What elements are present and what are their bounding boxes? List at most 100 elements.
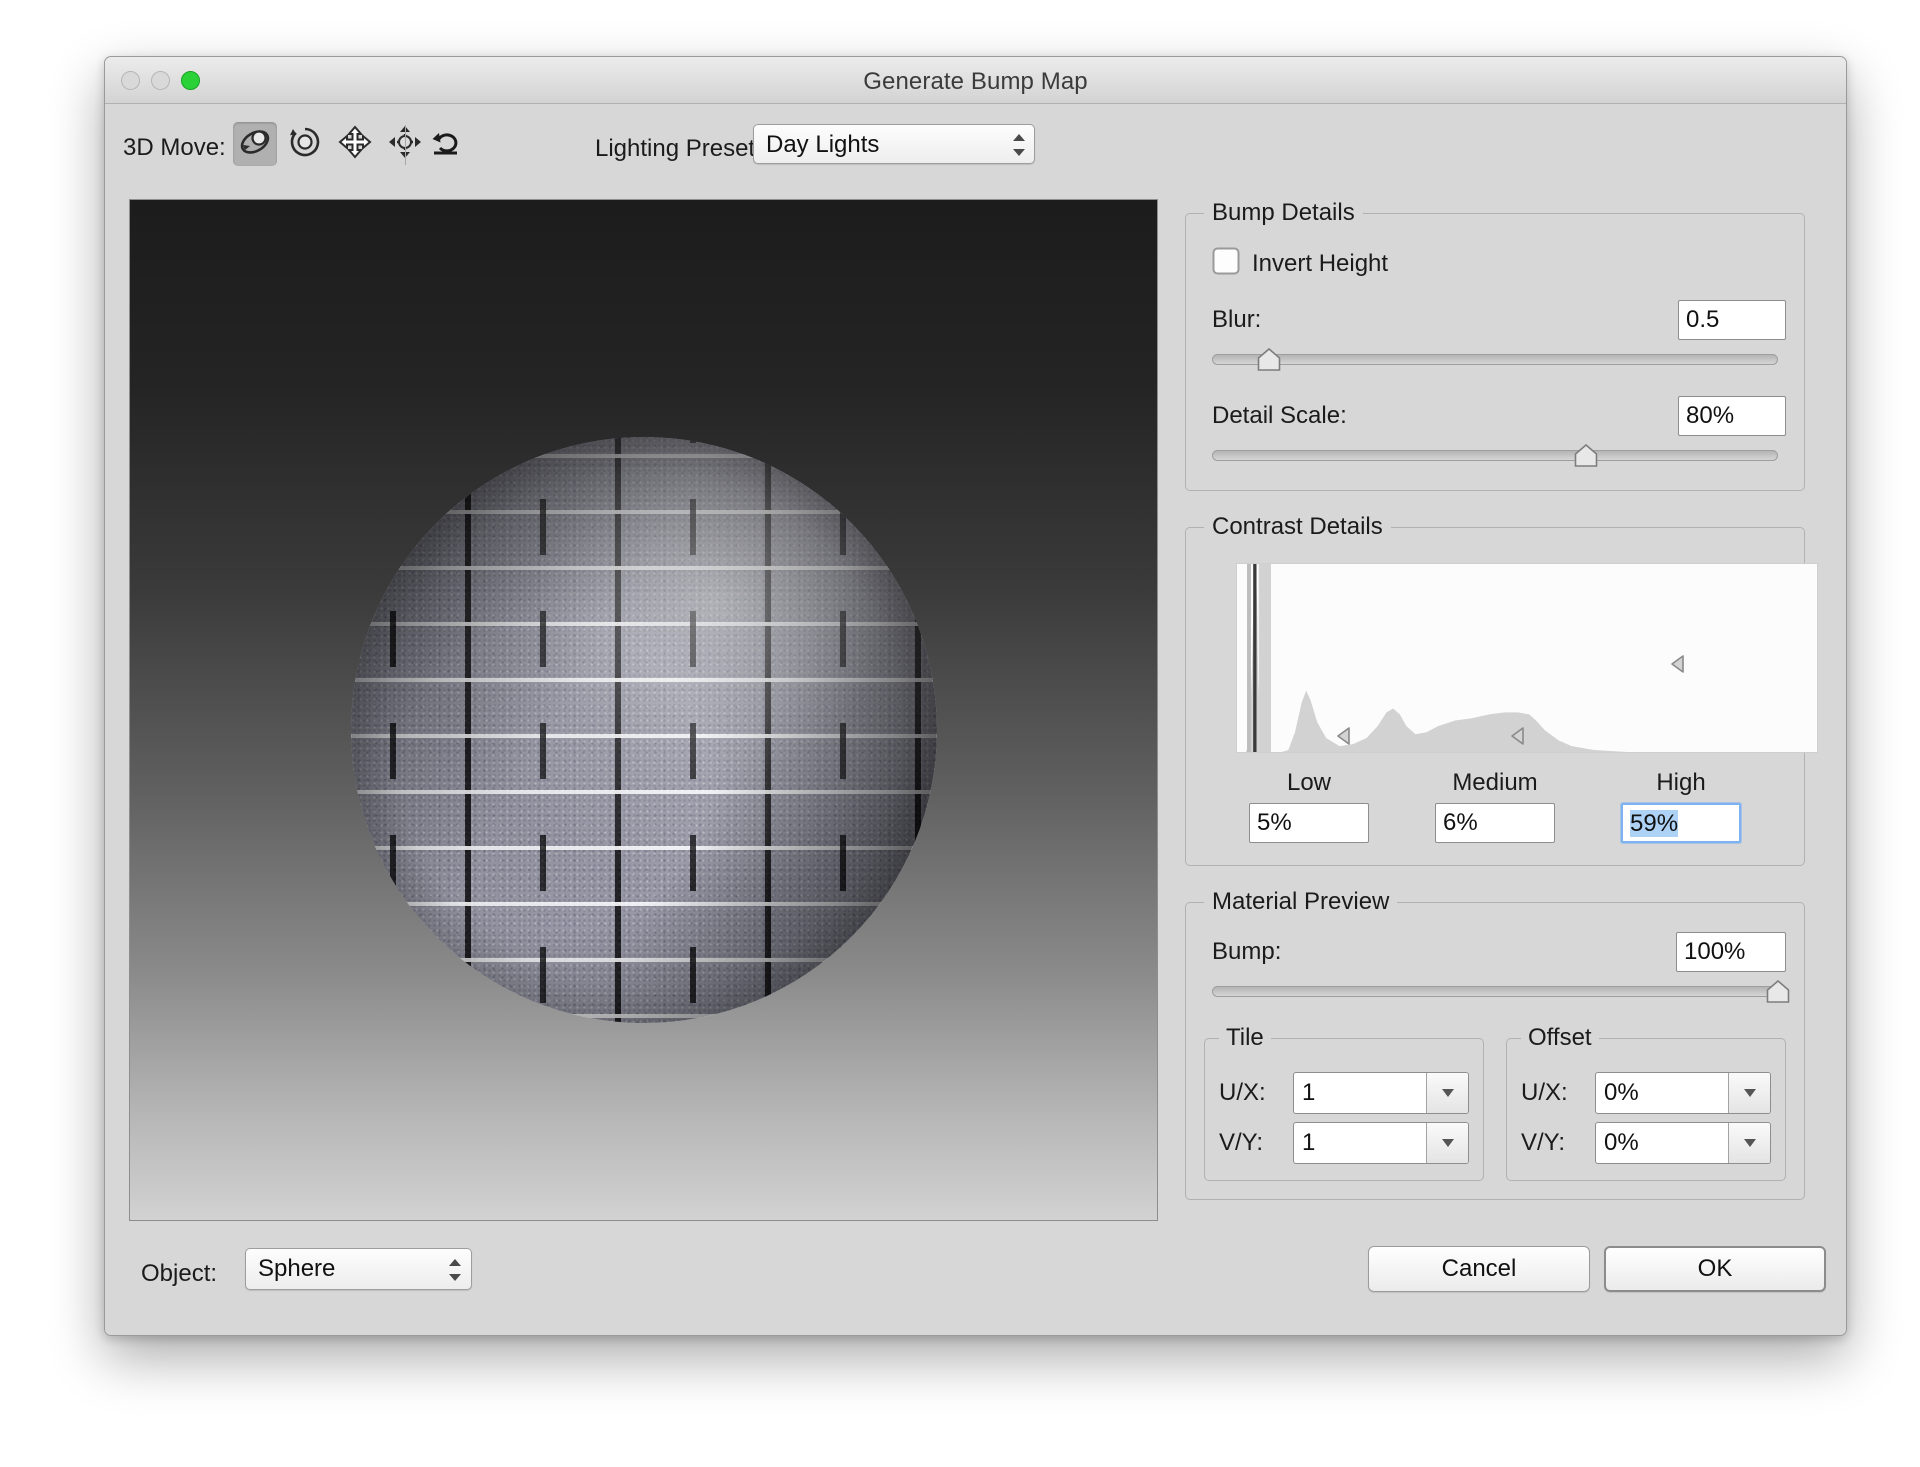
ok-button[interactable]: OK: [1604, 1246, 1826, 1292]
detail-scale-row: Detail Scale: 80%: [1212, 396, 1786, 436]
detail-scale-slider-thumb[interactable]: [1574, 444, 1597, 468]
screenshot-root: Generate Bump Map 3D Move:: [0, 0, 1920, 1467]
high-label: High: [1588, 769, 1774, 797]
chevron-updown-icon: [449, 1258, 461, 1282]
tile-legend: Tile: [1219, 1024, 1271, 1052]
offset-ux-combo[interactable]: 0%: [1595, 1072, 1771, 1114]
medium-threshold-marker[interactable]: [1509, 726, 1527, 746]
tile-vy-value[interactable]: 1: [1294, 1123, 1426, 1163]
invert-height-checkbox[interactable]: [1212, 247, 1240, 280]
blur-slider-thumb[interactable]: [1257, 348, 1280, 372]
bump-value-input[interactable]: 100%: [1676, 932, 1786, 972]
medium-threshold-cell: Medium 6%: [1402, 769, 1588, 843]
chevron-down-icon: [1744, 1139, 1756, 1147]
bump-slider[interactable]: [1212, 980, 1778, 1006]
blur-slider-track: [1212, 354, 1778, 365]
high-value-input[interactable]: 59%: [1621, 803, 1741, 843]
detail-scale-label: Detail Scale:: [1212, 402, 1347, 430]
offset-vy-combo[interactable]: 0%: [1595, 1122, 1771, 1164]
bump-slider-thumb[interactable]: [1767, 980, 1790, 1004]
medium-label: Medium: [1402, 769, 1588, 797]
lighting-preset-value: Day Lights: [766, 131, 879, 159]
tile-vy-combo[interactable]: 1: [1293, 1122, 1469, 1164]
settings-column: Bump Details Invert Height Blur: 0.5: [1185, 199, 1805, 1222]
orbit-object-icon: [238, 125, 272, 164]
chevron-down-icon: [1442, 1139, 1454, 1147]
tile-ux-combo[interactable]: 1: [1293, 1072, 1469, 1114]
3d-pan-tool[interactable]: [333, 122, 377, 166]
invert-height-label: Invert Height: [1252, 250, 1388, 278]
high-threshold-marker[interactable]: [1669, 654, 1687, 674]
object-value: Sphere: [258, 1255, 335, 1283]
toolbar-divider: [405, 125, 406, 165]
window-titlebar[interactable]: Generate Bump Map: [105, 57, 1846, 104]
lighting-preset-label: Lighting Preset:: [595, 135, 762, 163]
histogram-curve: [1237, 564, 1817, 752]
tile-ux-label: U/X:: [1219, 1079, 1283, 1107]
tile-vy-dropdown-button[interactable]: [1426, 1123, 1468, 1163]
dialog-footer: Object: Sphere Cancel OK: [105, 1215, 1846, 1335]
bump-label: Bump:: [1212, 938, 1281, 966]
bump-details-group: Bump Details Invert Height Blur: 0.5: [1185, 199, 1805, 491]
offset-legend: Offset: [1521, 1024, 1599, 1052]
contrast-details-group: Contrast Details: [1185, 513, 1805, 866]
reset-view-button[interactable]: [425, 122, 469, 166]
offset-vy-row: V/Y: 0%: [1521, 1122, 1771, 1164]
blur-slider[interactable]: [1212, 348, 1778, 374]
offset-ux-row: U/X: 0%: [1521, 1072, 1771, 1114]
3d-rotate-object-tool[interactable]: [233, 122, 277, 166]
offset-vy-dropdown-button[interactable]: [1728, 1123, 1770, 1163]
sphere-surface: [351, 437, 937, 1023]
3d-move-tool-group: [233, 122, 427, 166]
3d-move-label: 3D Move:: [123, 134, 226, 162]
offset-vy-value[interactable]: 0%: [1596, 1123, 1728, 1163]
histogram[interactable]: [1236, 563, 1818, 753]
pan-arrows-icon: [338, 125, 372, 164]
material-preview-legend: Material Preview: [1204, 888, 1397, 916]
roll-icon: [288, 125, 322, 164]
low-threshold-cell: Low 5%: [1216, 769, 1402, 843]
high-threshold-cell: High 59%: [1588, 769, 1774, 843]
tile-ux-value[interactable]: 1: [1294, 1073, 1426, 1113]
low-label: Low: [1216, 769, 1402, 797]
blur-row: Blur: 0.5: [1212, 300, 1786, 340]
cancel-button[interactable]: Cancel: [1368, 1246, 1590, 1292]
detail-scale-slider[interactable]: [1212, 444, 1778, 470]
material-preview-group: Material Preview Bump: 100%: [1185, 888, 1805, 1200]
bump-slider-track: [1212, 986, 1778, 997]
low-value-input[interactable]: 5%: [1249, 803, 1369, 843]
tile-group: Tile U/X: 1: [1204, 1024, 1484, 1181]
chevron-down-icon: [1442, 1089, 1454, 1097]
blur-value-input[interactable]: 0.5: [1678, 300, 1786, 340]
invert-height-row[interactable]: Invert Height: [1212, 247, 1786, 280]
detail-scale-value-input[interactable]: 80%: [1678, 396, 1786, 436]
tile-ux-row: U/X: 1: [1219, 1072, 1469, 1114]
dialog-body: 3D Move:: [105, 104, 1846, 1335]
chevron-updown-icon: [1013, 133, 1025, 157]
contrast-details-legend: Contrast Details: [1204, 513, 1391, 541]
chevron-down-icon: [1744, 1089, 1756, 1097]
offset-ux-label: U/X:: [1521, 1079, 1585, 1107]
offset-ux-value[interactable]: 0%: [1596, 1073, 1728, 1113]
low-threshold-marker[interactable]: [1335, 726, 1353, 746]
offset-vy-label: V/Y:: [1521, 1129, 1585, 1157]
top-toolbar: 3D Move:: [105, 104, 1846, 189]
preview-viewport[interactable]: [129, 199, 1158, 1221]
window-title: Generate Bump Map: [105, 68, 1846, 96]
object-label: Object:: [141, 1260, 217, 1288]
reset-arrow-icon: [429, 124, 465, 165]
3d-roll-tool[interactable]: [283, 122, 327, 166]
tile-vy-row: V/Y: 1: [1219, 1122, 1469, 1164]
contrast-threshold-row: Low 5% Medium 6% High 59%: [1216, 769, 1774, 843]
lighting-preset-select[interactable]: Day Lights: [753, 124, 1035, 164]
tile-offset-row: Tile U/X: 1: [1204, 1024, 1786, 1181]
tile-ux-dropdown-button[interactable]: [1426, 1073, 1468, 1113]
bump-details-legend: Bump Details: [1204, 199, 1363, 227]
bump-row: Bump: 100%: [1212, 932, 1786, 972]
offset-ux-dropdown-button[interactable]: [1728, 1073, 1770, 1113]
generate-bump-map-dialog: Generate Bump Map 3D Move:: [104, 56, 1847, 1336]
preview-sphere: [351, 437, 937, 1023]
object-select[interactable]: Sphere: [245, 1248, 472, 1290]
tile-vy-label: V/Y:: [1219, 1129, 1283, 1157]
medium-value-input[interactable]: 6%: [1435, 803, 1555, 843]
